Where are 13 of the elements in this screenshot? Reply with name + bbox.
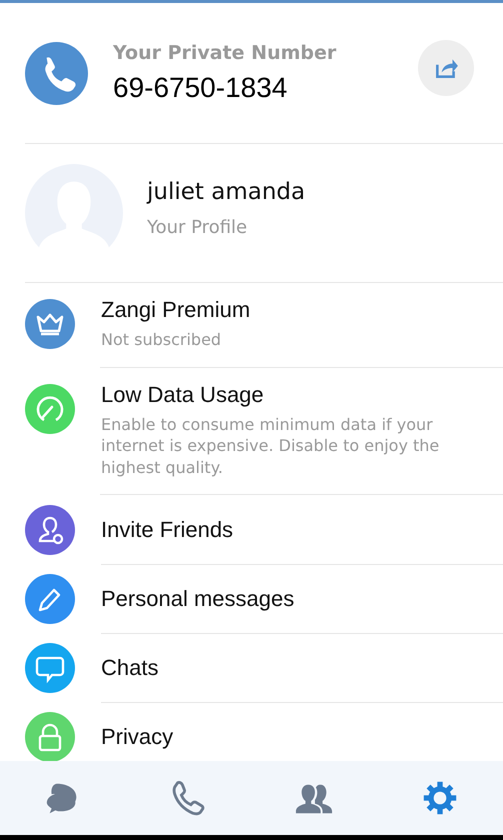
menu-item-subtitle: Enable to consume minimum data if your internet is expensive. Disable to enjoy the highest quality. <box>101 414 440 478</box>
number-label: Your Private Number <box>113 42 338 64</box>
menu-item-title[interactable]: Chats <box>101 654 503 681</box>
phone-number: 69-6750-1834 <box>113 72 288 104</box>
menu-item-title[interactable]: Low Data Usage <box>101 382 503 408</box>
menu-item-title[interactable]: Personal messages <box>101 586 503 612</box>
menu-item-subtitle: Not subscribed <box>101 329 222 351</box>
menu-item-title[interactable]: Privacy <box>101 724 503 750</box>
menu-item-title[interactable]: Invite Friends <box>101 516 503 543</box>
phone-icon <box>25 42 88 104</box>
profile-subtitle: Your Profile <box>147 216 248 238</box>
menu-item-title[interactable]: Zangi Premium <box>101 297 503 323</box>
profile-name: juliet amanda <box>147 178 306 204</box>
